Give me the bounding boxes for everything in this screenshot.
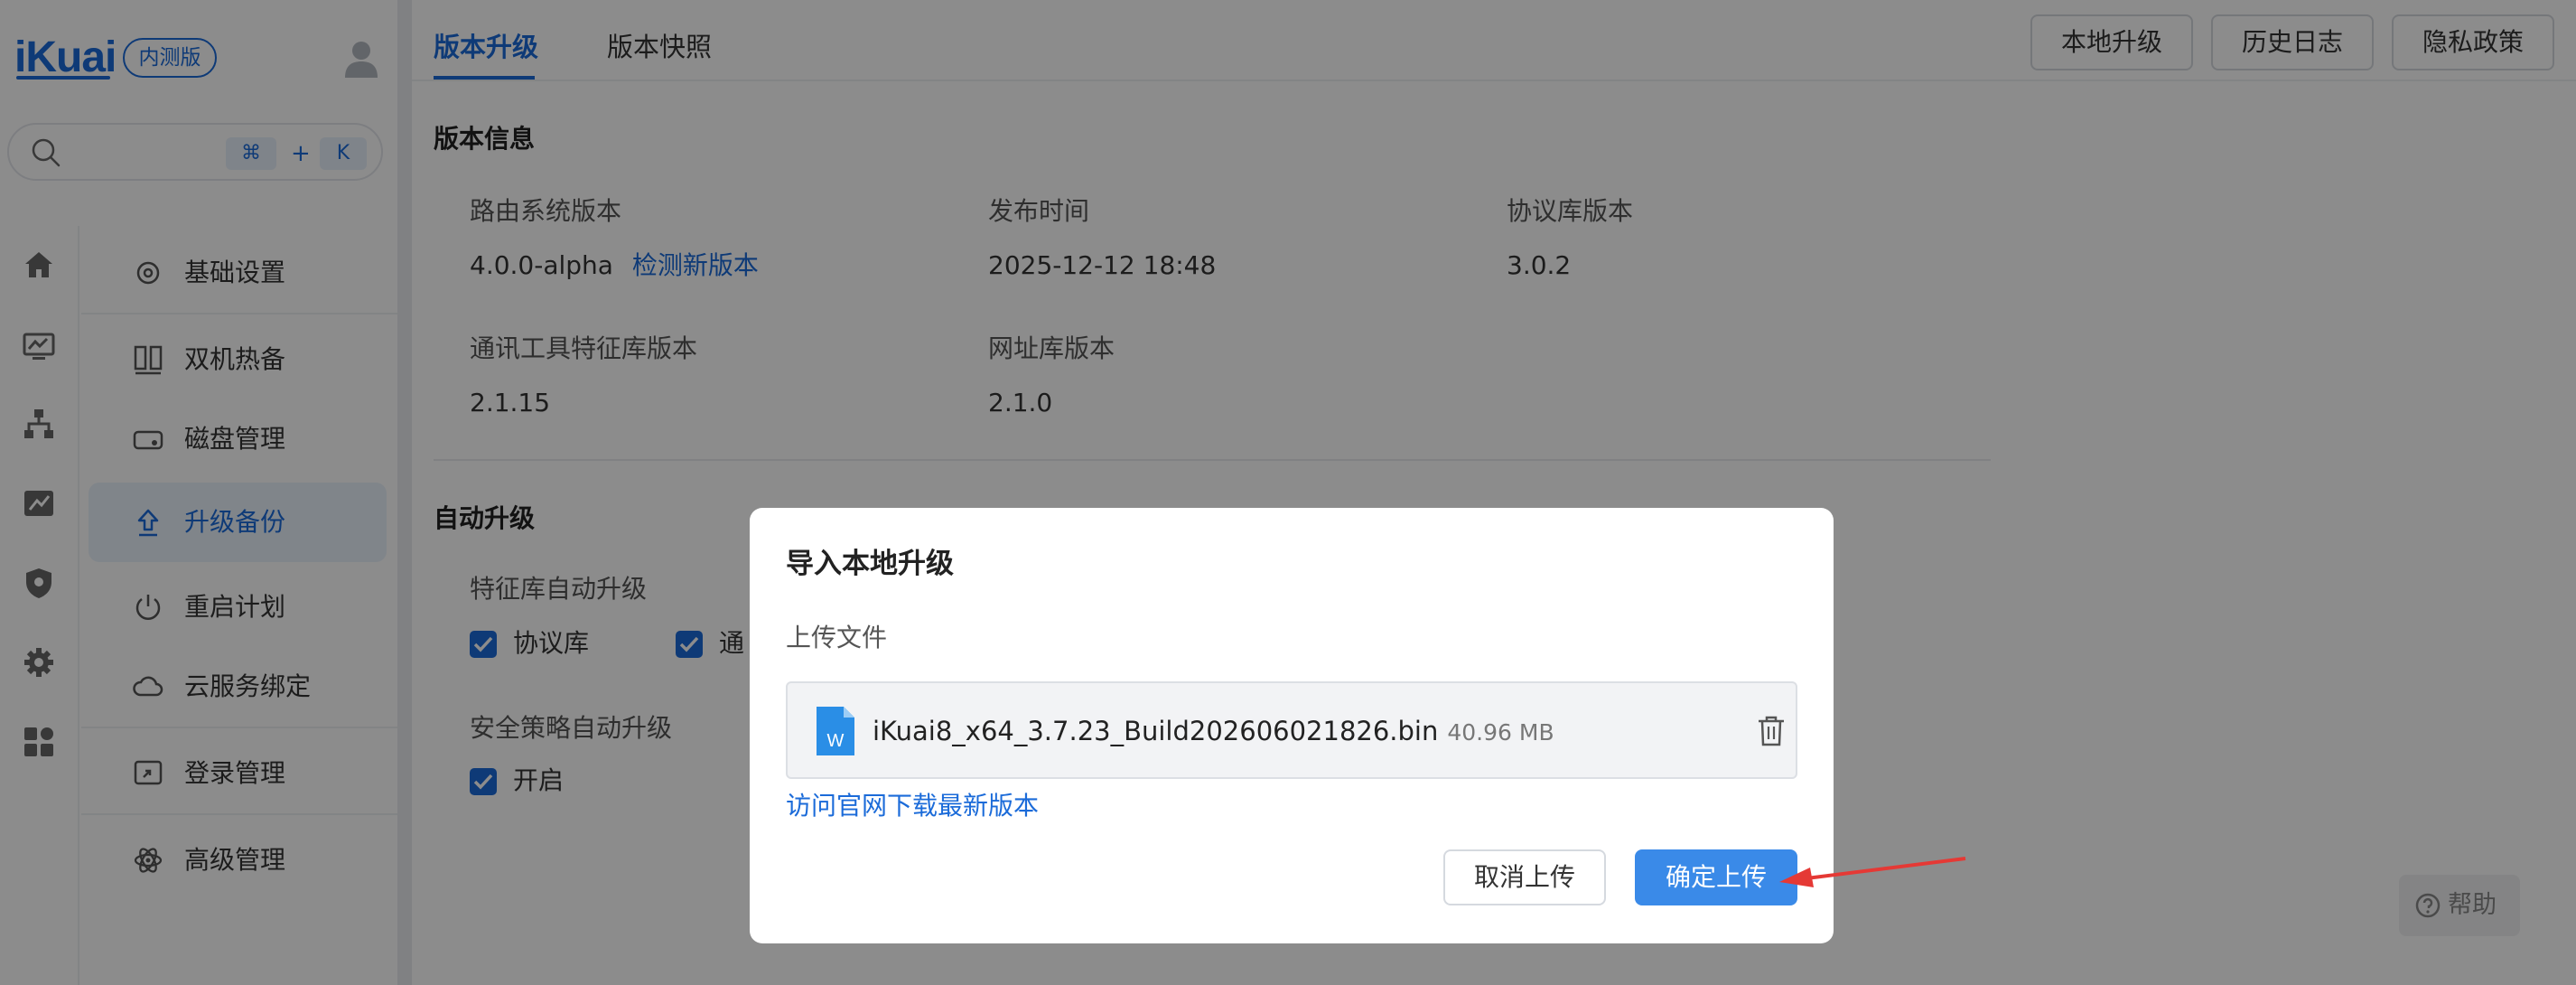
trash-icon[interactable]	[1756, 714, 1787, 748]
dialog-title: 导入本地升级	[786, 548, 954, 580]
import-local-upgrade-dialog: 导入本地升级 上传文件 W iKuai8_x64_3.7.23_Build202…	[750, 508, 1834, 943]
file-name-row: iKuai8_x64_3.7.23_Build202606021826.bin 4…	[873, 712, 1554, 752]
app-root: iKuai 内测版 ⌘ + K 基础设置 双机热备 磁盘管理 升级备份 重启计划…	[0, 0, 2576, 985]
file-size: 40.96 MB	[1447, 719, 1554, 746]
file-name: iKuai8_x64_3.7.23_Build202606021826.bin	[873, 716, 1439, 746]
annotation-arrow-icon	[1779, 857, 1966, 887]
svg-text:W: W	[827, 731, 845, 751]
uploaded-file-item: W iKuai8_x64_3.7.23_Build202606021826.bi…	[786, 681, 1797, 779]
upload-file-label: 上传文件	[786, 623, 888, 652]
cancel-upload-button[interactable]: 取消上传	[1443, 849, 1606, 905]
download-latest-link[interactable]: 访问官网下载最新版本	[786, 788, 1039, 824]
file-icon: W	[817, 707, 854, 755]
